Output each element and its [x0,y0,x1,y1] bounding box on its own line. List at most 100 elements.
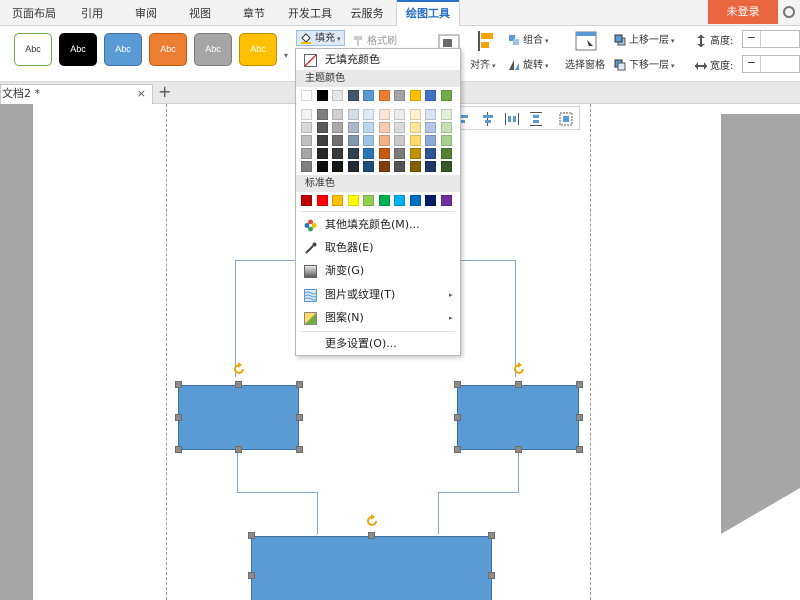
theme-shade-swatch[interactable] [332,122,343,133]
picture-texture-option[interactable]: 图片或纹理(T) ▸ [296,284,460,306]
theme-shade-swatch[interactable] [347,148,359,159]
connector-bottom-right-v1[interactable] [518,450,519,492]
theme-shade-swatch[interactable] [332,161,343,172]
more-settings-option[interactable]: 更多设置(O)... [296,333,460,355]
theme-shade-swatch[interactable] [301,109,312,120]
theme-shade-swatch[interactable] [301,161,312,172]
bring-forward-button[interactable]: 上移一层 ▾ [614,31,675,46]
tab-page-layout[interactable]: 页面布局 [4,0,64,26]
shape-style-2[interactable]: Abc [59,33,97,66]
theme-shade-swatch[interactable] [363,135,374,146]
theme-shade-swatch[interactable] [378,148,390,159]
theme-shade-swatch[interactable] [332,135,343,146]
theme-shade-swatch[interactable] [378,161,390,172]
theme-shade-swatch[interactable] [394,122,405,133]
login-button[interactable]: 未登录 [708,0,778,24]
styles-more-icon[interactable]: ▾ [281,36,291,76]
pattern-option[interactable]: 图案(N) ▸ [296,307,460,329]
align-button[interactable]: 对齐 ▾ [470,56,496,71]
send-backward-button[interactable]: 下移一层 ▾ [614,56,675,71]
distribute-vertical-icon[interactable] [529,112,543,126]
theme-shade-swatch[interactable] [425,135,436,146]
theme-shade-swatch[interactable] [425,109,436,120]
standard-color-swatch[interactable] [301,195,312,206]
theme-shade-swatch[interactable] [409,135,421,146]
theme-shade-swatch[interactable] [332,109,343,120]
connector-bottom-right-h[interactable] [438,492,519,493]
standard-color-swatch[interactable] [425,195,436,206]
theme-shade-swatch[interactable] [409,122,421,133]
group-objects-icon[interactable] [559,112,573,126]
theme-color-swatch[interactable] [316,90,328,101]
resize-handle[interactable] [296,446,303,453]
resize-handle[interactable] [488,572,495,579]
theme-color-swatch[interactable] [440,90,452,101]
standard-color-swatch[interactable] [394,195,405,206]
resize-handle[interactable] [454,414,461,421]
width-decrement[interactable]: − [743,56,761,72]
tab-cloud[interactable]: 云服务 [340,0,394,26]
resize-handle[interactable] [488,532,495,539]
fill-button[interactable]: 填充 ▾ [296,30,345,46]
theme-shade-swatch[interactable] [301,122,312,133]
theme-color-swatch[interactable] [363,90,374,101]
theme-shade-swatch[interactable] [363,109,374,120]
selection-pane-icon[interactable] [575,30,597,52]
theme-shade-swatch[interactable] [347,109,359,120]
standard-color-swatch[interactable] [409,195,421,206]
width-input[interactable]: − [742,55,800,73]
standard-color-swatch[interactable] [347,195,359,206]
theme-shade-swatch[interactable] [425,122,436,133]
theme-shade-swatch[interactable] [409,109,421,120]
resize-handle[interactable] [175,414,182,421]
connector-bottom-left-h[interactable] [237,492,318,493]
theme-color-swatch[interactable] [425,90,436,101]
theme-shade-swatch[interactable] [440,148,452,159]
resize-handle[interactable] [175,446,182,453]
theme-shade-swatch[interactable] [347,161,359,172]
align-center-icon[interactable] [481,112,495,126]
theme-shade-swatch[interactable] [425,161,436,172]
settings-button[interactable] [778,0,800,24]
theme-shade-swatch[interactable] [394,109,405,120]
shape-style-5[interactable]: Abc [194,33,232,66]
height-input[interactable]: − [742,30,800,48]
theme-shade-swatch[interactable] [394,148,405,159]
tab-section[interactable]: 章节 [228,0,280,26]
align-icon[interactable] [476,30,496,52]
theme-shade-swatch[interactable] [363,148,374,159]
shape-style-3[interactable]: Abc [104,33,142,66]
resize-handle[interactable] [296,381,303,388]
selection-pane-button[interactable]: 选择窗格 [565,56,605,71]
flowchart-box-right[interactable] [457,385,579,450]
tab-view[interactable]: 视图 [174,0,226,26]
eyedropper-option[interactable]: 取色器(E) [296,237,460,259]
close-icon[interactable]: × [137,85,146,103]
theme-shade-swatch[interactable] [332,148,343,159]
theme-color-swatch[interactable] [347,90,359,101]
theme-shade-swatch[interactable] [378,109,390,120]
connector-bottom-right-v2[interactable] [438,492,439,534]
connector-top-left[interactable] [235,260,236,377]
tab-drawing-tools[interactable]: 绘图工具 [396,0,460,27]
theme-shade-swatch[interactable] [301,135,312,146]
theme-shade-swatch[interactable] [316,109,328,120]
connector-bottom-left-v1[interactable] [237,450,238,492]
resize-handle[interactable] [368,532,375,539]
resize-handle[interactable] [576,414,583,421]
theme-shade-swatch[interactable] [316,148,328,159]
flowchart-box-left[interactable] [178,385,299,450]
flowchart-box-bottom[interactable] [251,536,492,600]
theme-shade-swatch[interactable] [440,109,452,120]
theme-shade-swatch[interactable] [316,122,328,133]
tab-references[interactable]: 引用 [66,0,118,26]
tab-developer[interactable]: 开发工具 [282,0,338,26]
theme-color-swatch[interactable] [378,90,390,101]
resize-handle[interactable] [296,414,303,421]
standard-color-swatch[interactable] [316,195,328,206]
theme-shade-swatch[interactable] [440,122,452,133]
standard-color-swatch[interactable] [440,195,452,206]
resize-handle[interactable] [454,446,461,453]
resize-handle[interactable] [576,381,583,388]
standard-color-swatch[interactable] [363,195,374,206]
